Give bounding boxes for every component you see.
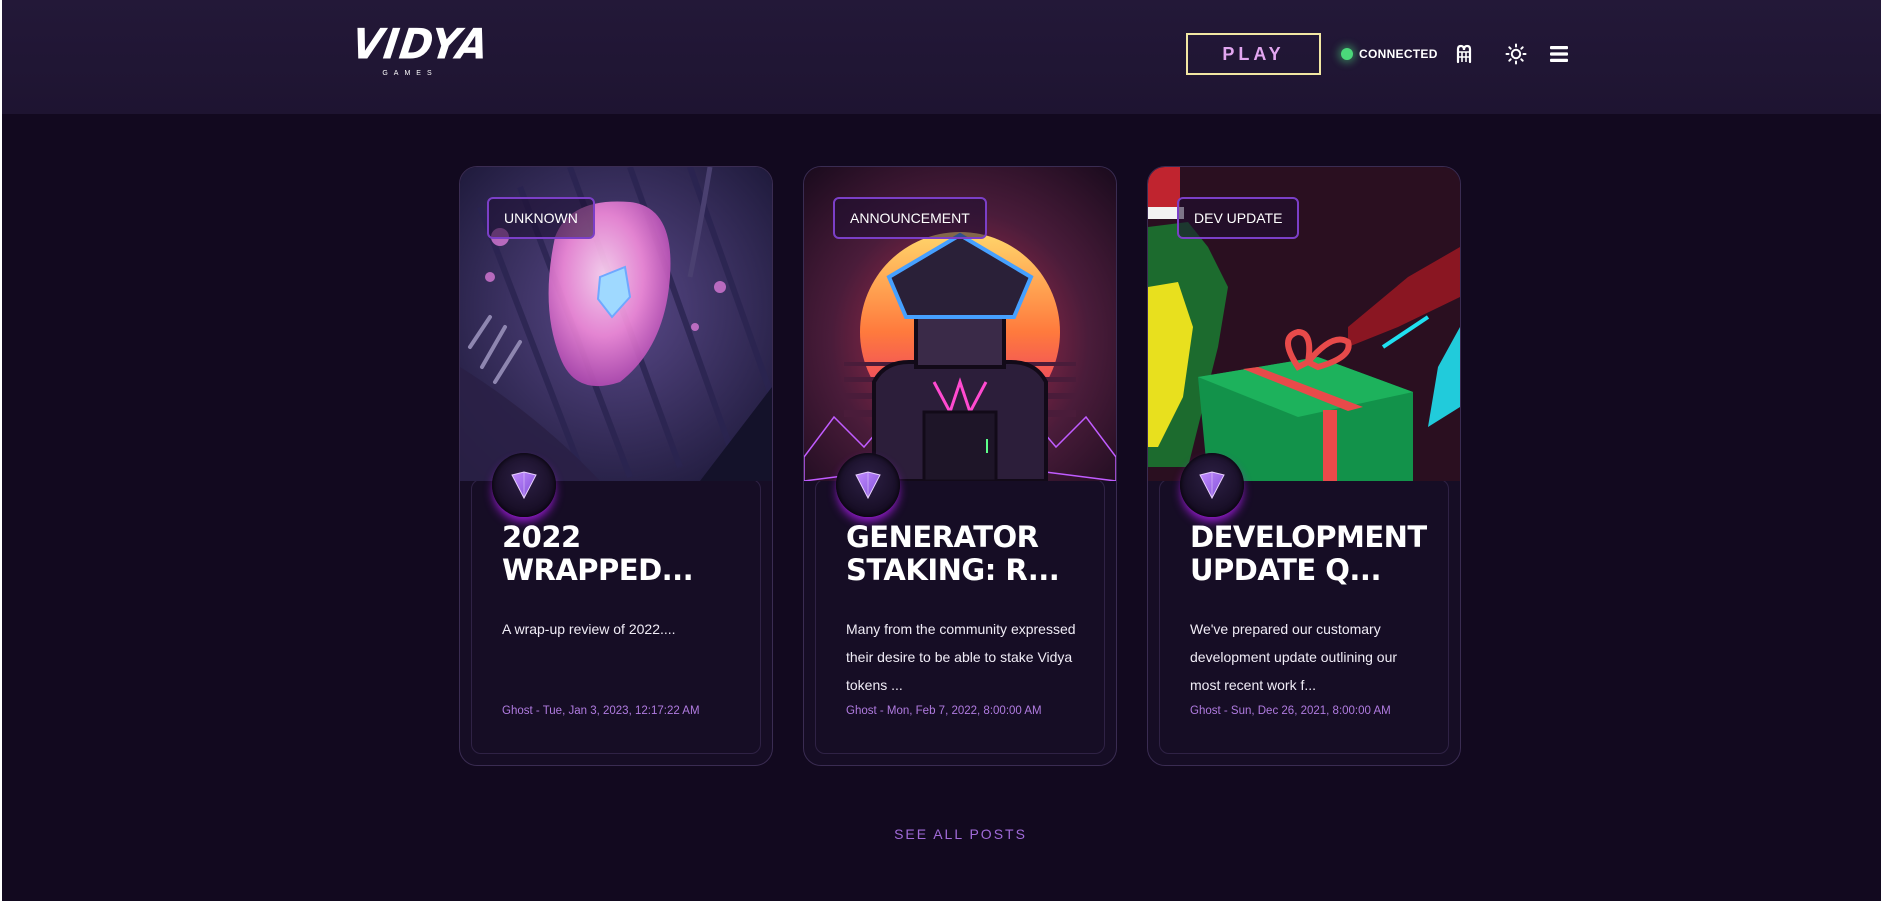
posts-section: UNKNOWN 2022 WRAPPED... A wrap-up review… <box>2 114 1881 901</box>
author-avatar[interactable] <box>836 453 900 517</box>
connection-label: CONNECTED <box>1359 47 1438 61</box>
post-description: A wrap-up review of 2022.... <box>502 621 676 637</box>
post-title[interactable]: DEVELOPMENT UPDATE Q... <box>1190 521 1440 587</box>
post-meta: Ghost - Tue, Jan 3, 2023, 12:17:22 AM <box>502 705 700 717</box>
logo-wordmark: VIDYA <box>348 20 493 70</box>
author-avatar[interactable] <box>492 453 556 517</box>
post-description: Many from the community expressed their … <box>846 621 1076 693</box>
post-card[interactable]: UNKNOWN 2022 WRAPPED... A wrap-up review… <box>459 166 773 766</box>
post-tag[interactable]: UNKNOWN <box>487 197 595 239</box>
site-header: VIDYA GAMES PLAY CONNECTED <box>2 0 1881 114</box>
vidya-logo[interactable]: VIDYA GAMES <box>349 21 493 86</box>
vidya-shield-icon <box>511 471 537 500</box>
author-avatar[interactable] <box>1180 453 1244 517</box>
vidya-shield-icon <box>1199 471 1225 500</box>
post-description: We've prepared our customary development… <box>1190 621 1398 693</box>
menu-icon[interactable] <box>1547 42 1571 66</box>
post-tag[interactable]: ANNOUNCEMENT <box>833 197 987 239</box>
post-meta: Ghost - Sun, Dec 26, 2021, 8:00:00 AM <box>1190 705 1391 717</box>
post-title[interactable]: GENERATOR STAKING: R... <box>846 521 1096 587</box>
see-all-posts-link[interactable]: SEE ALL POSTS <box>2 826 1881 842</box>
connected-status-dot-icon <box>1341 48 1353 60</box>
wallet-connection-status[interactable]: CONNECTED <box>1341 46 1438 62</box>
sun-icon[interactable] <box>1504 42 1528 66</box>
vidya-shield-icon <box>855 471 881 500</box>
post-tag[interactable]: DEV UPDATE <box>1177 197 1300 239</box>
post-title[interactable]: 2022 WRAPPED... <box>502 521 752 587</box>
post-meta: Ghost - Mon, Feb 7, 2022, 8:00:00 AM <box>846 705 1042 717</box>
logo-subtext: GAMES <box>382 70 438 77</box>
bridge-icon[interactable] <box>1452 42 1476 66</box>
post-card[interactable]: DEV UPDATE DEVELOPMENT UPDATE Q... We've… <box>1147 166 1461 766</box>
page: VIDYA GAMES PLAY CONNECTED UNKNOWN 2022 … <box>0 0 1881 901</box>
post-card[interactable]: ANNOUNCEMENT GENERATOR STAKING: R... Man… <box>803 166 1117 766</box>
play-button[interactable]: PLAY <box>1186 33 1321 75</box>
